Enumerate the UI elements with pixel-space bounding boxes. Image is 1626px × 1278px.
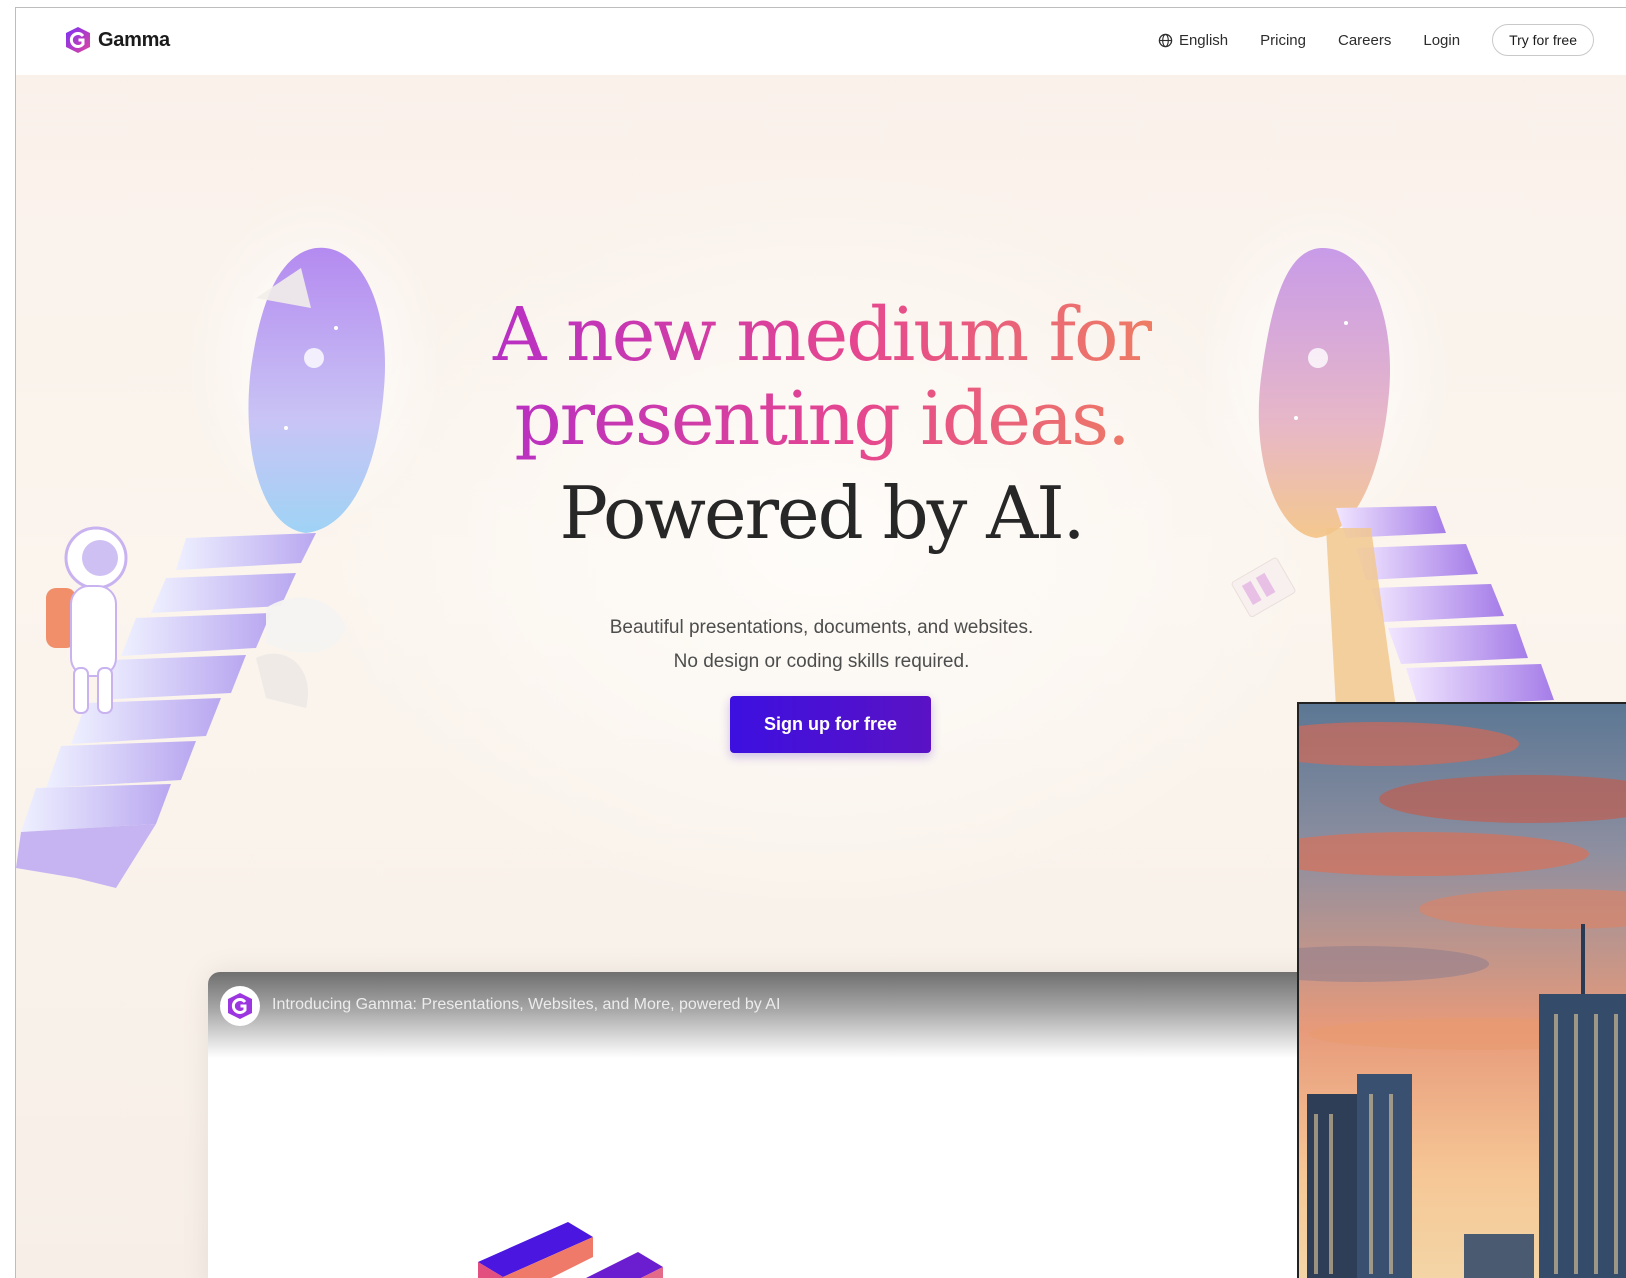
subtitle-line-2: No design or coding skills required. bbox=[673, 651, 970, 672]
hero-headline: A new medium for presenting ideas. bbox=[16, 293, 1626, 461]
subtitle-line-1: Beautiful presentations, documents, and … bbox=[609, 617, 1034, 638]
headline-line-1: A new medium for bbox=[16, 293, 1626, 377]
channel-avatar[interactable] bbox=[220, 986, 260, 1026]
gamma-3d-logo-graphic bbox=[478, 1222, 663, 1278]
headline-line-2: presenting ideas. bbox=[16, 377, 1626, 461]
city-skyline-photo bbox=[1297, 702, 1626, 1278]
headline-line-3: Powered by AI. bbox=[559, 471, 1085, 555]
top-navigation: Gamma English Pricing Careers Login Try … bbox=[16, 8, 1626, 75]
gamma-logo-icon bbox=[66, 27, 90, 53]
nav-link-careers[interactable]: Careers bbox=[1338, 32, 1391, 49]
sign-up-button[interactable]: Sign up for free bbox=[730, 696, 931, 753]
intro-video-player[interactable]: Introducing Gamma: Presentations, Websit… bbox=[208, 972, 1368, 1278]
skyline-image bbox=[1299, 704, 1626, 1278]
language-label: English bbox=[1178, 31, 1229, 49]
try-for-free-button[interactable]: Try for free bbox=[1492, 24, 1594, 56]
nav-link-pricing[interactable]: Pricing bbox=[1260, 32, 1306, 49]
hero-subtitle: Beautiful presentations, documents, and … bbox=[16, 611, 1626, 679]
video-title[interactable]: Introducing Gamma: Presentations, Websit… bbox=[272, 996, 780, 1014]
brand-name: Gamma bbox=[98, 28, 170, 51]
gamma-logo-icon bbox=[228, 993, 252, 1019]
video-title-bar bbox=[208, 972, 1368, 1058]
nav-link-login[interactable]: Login bbox=[1423, 32, 1460, 49]
language-selector[interactable]: English bbox=[1158, 32, 1228, 49]
brand-logo-link[interactable]: Gamma bbox=[63, 25, 170, 55]
page-frame: Gamma English Pricing Careers Login Try … bbox=[15, 7, 1626, 1278]
nav-links: English Pricing Careers Login Try for fr… bbox=[1158, 24, 1594, 56]
globe-icon bbox=[1158, 33, 1173, 47]
